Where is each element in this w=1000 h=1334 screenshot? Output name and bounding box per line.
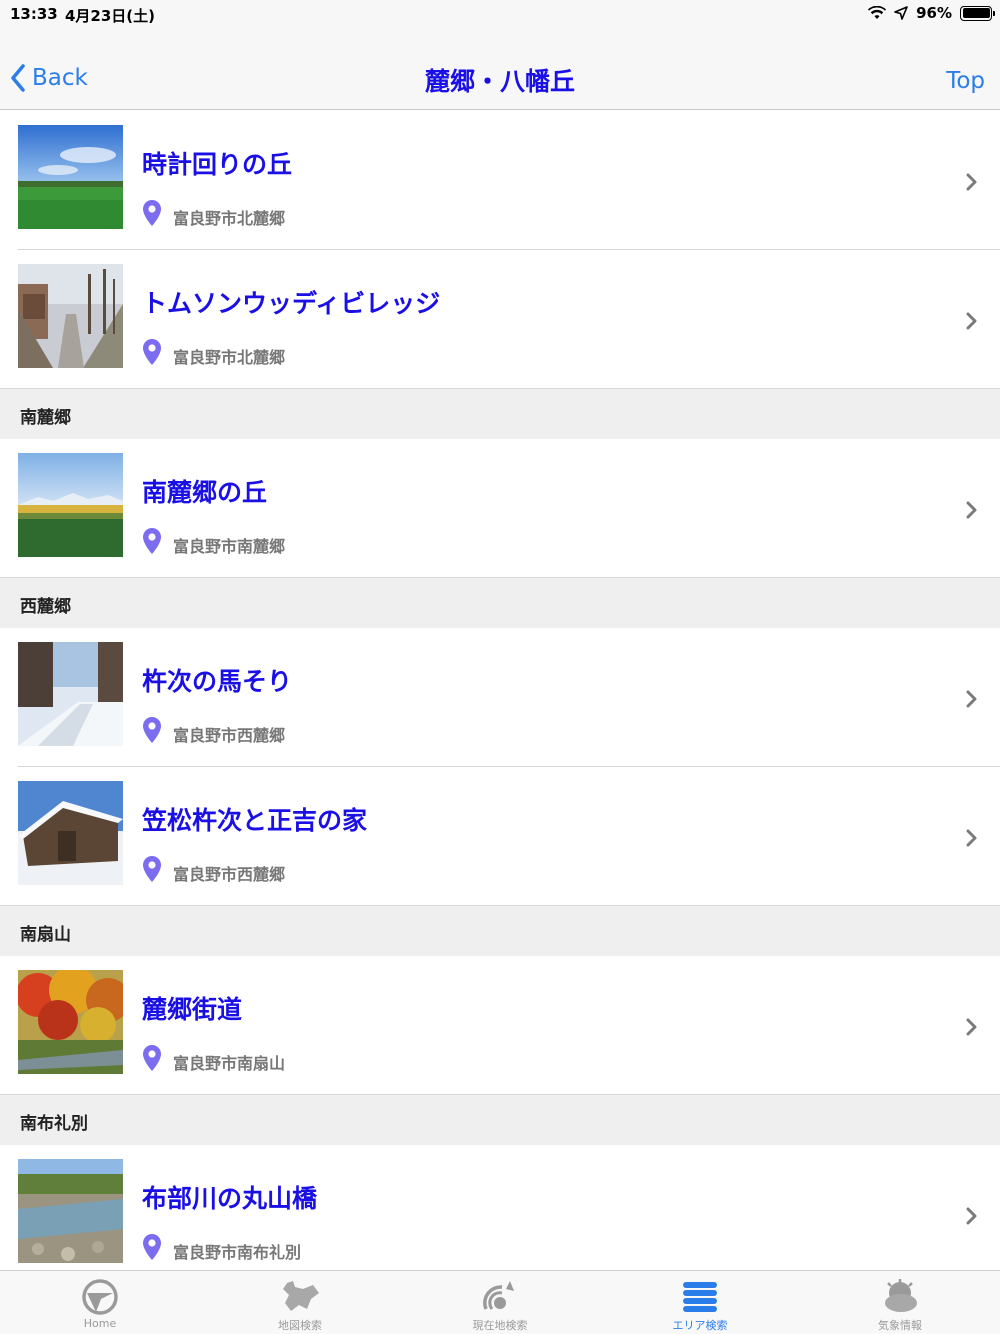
status-indicators: 96% (868, 4, 995, 22)
top-button[interactable]: Top (946, 68, 985, 94)
section-title: 西麓郷 (20, 597, 71, 617)
location-arrow-icon (894, 6, 908, 20)
chevron-right-icon (966, 173, 977, 191)
status-date: 4月23日(土) (65, 7, 156, 25)
area-search-icon (683, 1282, 717, 1312)
tab-label: エリア検索 (672, 1319, 728, 1332)
section-header: 西麓郷 (0, 578, 1000, 628)
list-item[interactable]: 南麓郷の丘 富良野市南麓郷 (0, 439, 1000, 578)
item-address: 富良野市西麓郷 (173, 865, 286, 884)
tab-label: 気象情報 (878, 1319, 922, 1332)
location-pin-icon (143, 528, 161, 554)
item-title: 南麓郷の丘 (142, 478, 268, 507)
thumbnail-image (18, 1159, 123, 1263)
tab-bar: Home 地図検索 現在地検索 エリア検索 気象情報 (0, 1270, 1000, 1334)
location-pin-icon (143, 200, 161, 226)
tab-label: Home (83, 1317, 117, 1330)
list-item[interactable]: トムソンウッディビレッジ 富良野市北麓郷 (0, 250, 1000, 389)
location-pin-icon (143, 339, 161, 365)
list-item[interactable]: 時計回りの丘 富良野市北麓郷 (0, 111, 1000, 250)
tab-location-search[interactable]: 現在地検索 (400, 1271, 600, 1334)
location-pin-icon (143, 717, 161, 743)
thumbnail-image (18, 781, 123, 885)
thumbnail-image (18, 125, 123, 229)
section-title: 南麓郷 (20, 408, 71, 428)
location-pin-icon (143, 1234, 161, 1260)
chevron-right-icon (966, 829, 977, 847)
chevron-right-icon (966, 690, 977, 708)
list-item[interactable]: 布部川の丸山橋 富良野市南布礼別 (0, 1145, 1000, 1270)
section-title: 南扇山 (20, 925, 71, 945)
battery-icon (960, 5, 995, 21)
list-item[interactable]: 杵次の馬そり 富良野市西麓郷 (0, 628, 1000, 767)
spot-list: 時計回りの丘 富良野市北麓郷 トムソンウッディビレッジ 富良野市北麓郷 南麓郷 … (0, 111, 1000, 1270)
list-item[interactable]: 笠松杵次と正吉の家 富良野市西麓郷 (0, 767, 1000, 906)
chevron-right-icon (966, 312, 977, 330)
section-header: 南布礼別 (0, 1095, 1000, 1145)
tab-home[interactable]: Home (0, 1271, 200, 1334)
location-search-icon (483, 1281, 514, 1310)
section-title: 南布礼別 (20, 1114, 88, 1134)
page-title: 麓郷・八幡丘 (424, 67, 575, 96)
item-address: 富良野市南布礼別 (173, 1243, 302, 1262)
battery-percent: 96% (916, 4, 952, 22)
thumbnail-image (18, 642, 123, 746)
item-address: 富良野市北麓郷 (173, 348, 286, 367)
item-title: 時計回りの丘 (142, 150, 293, 179)
tab-label: 現在地検索 (472, 1319, 528, 1332)
tab-area-search[interactable]: エリア検索 (600, 1271, 800, 1334)
item-title: 笠松杵次と正吉の家 (142, 806, 368, 835)
thumbnail-image (18, 453, 123, 557)
navigation-bar: Back 麓郷・八幡丘 Top (0, 28, 1000, 110)
thumbnail-image (18, 264, 123, 368)
chevron-right-icon (966, 1018, 977, 1036)
chevron-right-icon (966, 501, 977, 519)
item-address: 富良野市南扇山 (173, 1054, 286, 1073)
home-icon (82, 1279, 118, 1315)
section-header: 南麓郷 (0, 389, 1000, 439)
wifi-icon (868, 6, 887, 19)
tab-label: 地図検索 (278, 1319, 322, 1332)
chevron-right-icon (966, 1207, 977, 1225)
map-search-icon (283, 1281, 319, 1311)
item-address: 富良野市南麓郷 (173, 537, 286, 556)
item-title: トムソンウッディビレッジ (142, 289, 441, 318)
item-address: 富良野市西麓郷 (173, 726, 286, 745)
status-bar: 13:33 4月23日(土) 96% (0, 0, 1000, 28)
list-item[interactable]: 麓郷街道 富良野市南扇山 (0, 956, 1000, 1095)
location-pin-icon (143, 856, 161, 882)
status-time: 13:33 (10, 5, 58, 23)
item-title: 杵次の馬そり (142, 667, 293, 696)
thumbnail-image (18, 970, 123, 1074)
item-address: 富良野市北麓郷 (173, 209, 286, 228)
tab-map-search[interactable]: 地図検索 (200, 1271, 400, 1334)
item-title: 布部川の丸山橋 (142, 1184, 318, 1213)
tab-weather[interactable]: 気象情報 (800, 1271, 1000, 1334)
weather-icon (885, 1279, 917, 1312)
item-title: 麓郷街道 (142, 995, 243, 1024)
location-pin-icon (143, 1045, 161, 1071)
section-header: 南扇山 (0, 906, 1000, 956)
